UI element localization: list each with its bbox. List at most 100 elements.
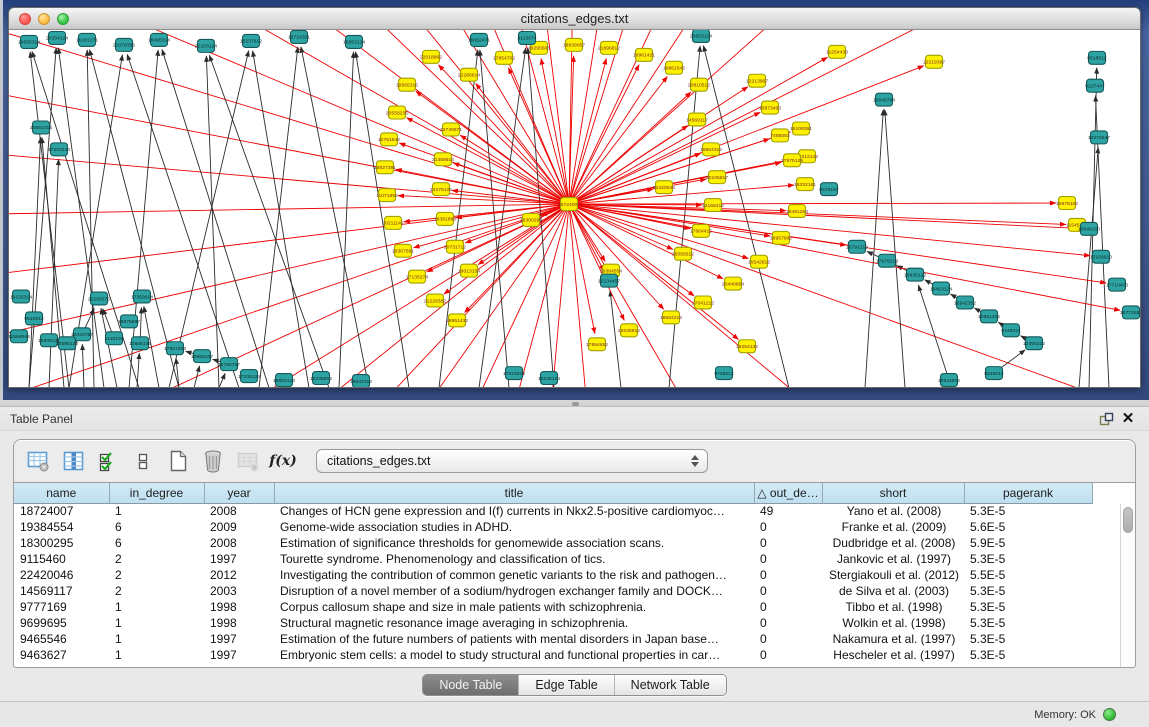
graph-node[interactable]: 16958107 <box>191 350 213 363</box>
graph-node[interactable]: 21078395 <box>113 38 135 51</box>
memory-status-indicator[interactable] <box>1103 708 1116 721</box>
graph-node[interactable]: 17041212 <box>692 296 714 309</box>
graph-node[interactable]: 18924502 <box>938 374 960 387</box>
graph-node[interactable]: 18381895 <box>434 212 456 225</box>
graph-node[interactable]: 19853124 <box>273 374 295 387</box>
graph-node[interactable]: 9518512 <box>1087 51 1107 64</box>
graph-node[interactable]: 16961421 <box>633 48 655 61</box>
table-row[interactable]: 1830029562008Estimation of significance … <box>14 535 1092 551</box>
column-header-out_de[interactable]: △ out_de… <box>754 483 822 503</box>
graph-node[interactable]: 20354124 <box>46 31 68 44</box>
graph-node[interactable]: 20440854 <box>722 277 744 290</box>
graph-node[interactable]: 17710433 <box>1106 278 1128 291</box>
column-header-in_degree[interactable]: in_degree <box>109 483 204 503</box>
graph-node[interactable]: 18951432 <box>446 314 468 327</box>
graph-node[interactable]: 19565316 <box>396 78 418 91</box>
graph-node[interactable]: 13109910 <box>1090 250 1112 263</box>
graph-node[interactable]: 9515912 <box>24 312 44 325</box>
graph-node[interactable]: 8113074 <box>517 31 536 44</box>
graph-node[interactable]: 21358614 <box>432 153 454 166</box>
table-mode-button[interactable] <box>24 447 52 475</box>
column-header-short[interactable]: short <box>822 483 964 503</box>
tab-edge-table[interactable]: Edge Table <box>519 675 614 695</box>
graph-node[interactable]: 17203124 <box>48 143 70 156</box>
table-row[interactable]: 1456911722003Disruption of a novel membe… <box>14 583 1092 599</box>
graph-node[interactable]: 12165412 <box>702 199 724 212</box>
delete-table-button[interactable] <box>234 447 262 475</box>
graph-node[interactable]: 17664415 <box>690 224 712 237</box>
graph-node[interactable]: 8579197 <box>819 183 839 196</box>
graph-node[interactable]: 16942352 <box>954 296 976 309</box>
table-scrollbar[interactable] <box>1120 504 1135 667</box>
graph-node[interactable]: 11071852 <box>376 189 398 202</box>
graph-node[interactable]: 12274547 <box>1088 131 1110 144</box>
graph-node[interactable]: 18684212 <box>660 311 682 324</box>
graph-node[interactable]: 1145194 <box>104 332 123 345</box>
graph-node[interactable]: 19463124 <box>930 282 952 295</box>
graph-node[interactable]: 9227447 <box>1085 79 1105 92</box>
graph-node[interactable]: 14569117 <box>686 113 708 126</box>
graph-node[interactable]: 11568594 <box>9 330 30 343</box>
graph-node[interactable]: 15134457 <box>598 274 620 287</box>
graph-node[interactable]: 15978102 <box>1056 197 1078 210</box>
tab-node-table[interactable]: Node Table <box>423 675 519 695</box>
graph-node[interactable]: 18839057 <box>563 38 585 51</box>
graph-node[interactable]: 10048100 <box>1078 222 1100 235</box>
graph-node[interactable]: 15491254 <box>786 205 808 218</box>
graph-node[interactable]: 12219397 <box>923 55 945 68</box>
graph-node[interactable]: 17135274 <box>406 270 428 283</box>
graph-node[interactable]: 20206576 <box>88 292 110 305</box>
column-header-name[interactable]: name <box>14 483 109 503</box>
graph-node[interactable]: 13505135 <box>129 337 151 350</box>
graph-node[interactable]: 22280614 <box>458 68 480 81</box>
graph-node[interactable]: 20810512 <box>688 78 710 91</box>
graph-node[interactable]: 15056512 <box>672 247 694 260</box>
graph-node[interactable]: 19245124 <box>538 372 560 385</box>
graph-node[interactable]: 9245031 <box>1001 324 1021 337</box>
float-panel-button[interactable] <box>1095 409 1117 429</box>
graph-node[interactable]: 12740571 <box>440 123 462 136</box>
graph-node[interactable]: 21229382 <box>424 294 446 307</box>
graph-node[interactable]: 19565314 <box>18 35 40 48</box>
graph-node[interactable]: 18957982 <box>770 231 792 244</box>
window-titlebar[interactable]: citations_edges.txt <box>9 8 1140 30</box>
graph-node[interactable]: 19332161 <box>794 178 816 191</box>
table-row[interactable]: 946362711997Embryonic stem cells: a mode… <box>14 647 1092 663</box>
graph-node[interactable]: 9745012 <box>714 367 734 380</box>
graph-node[interactable]: 19724301 <box>288 30 310 43</box>
tab-network-table[interactable]: Network Table <box>615 675 726 695</box>
graph-node[interactable]: 18254132 <box>736 340 758 353</box>
graph-node[interactable]: 10951422 <box>978 310 1000 323</box>
graph-node[interactable]: 20653124 <box>690 30 712 42</box>
graph-node[interactable]: 15237812 <box>240 34 262 47</box>
graph-node[interactable]: 16542812 <box>748 255 770 268</box>
graph-node[interactable]: 19367581 <box>392 244 414 257</box>
graph-node[interactable]: 18542312 <box>350 375 372 387</box>
graph-node[interactable]: 22103124 <box>195 39 217 52</box>
graph-node[interactable]: 11254439 <box>826 45 848 58</box>
graph-node[interactable]: 17854702 <box>493 51 515 64</box>
zoom-window-button[interactable] <box>57 13 69 25</box>
table-row[interactable]: 1872400712008Changes of HCN gene express… <box>14 503 1092 519</box>
network-canvas[interactable]: 1872400722018862195653162055823612751542… <box>9 30 1140 387</box>
table-row[interactable]: 1938455462009Genome-wide association stu… <box>14 519 1092 535</box>
close-window-button[interactable] <box>19 13 31 25</box>
table-row[interactable]: 946554611997Estimation of the future num… <box>14 631 1092 647</box>
scrollbar-thumb[interactable] <box>1123 507 1133 533</box>
graph-node[interactable]: 10973493 <box>759 101 781 114</box>
graph-node[interactable]: 17679219 <box>876 254 898 267</box>
table-row[interactable]: 911546021997Tourette syndrome. Phenomeno… <box>14 551 1092 567</box>
graph-node[interactable]: 17359924 <box>131 290 153 303</box>
panel-splitter[interactable] <box>0 400 1149 407</box>
graph-node[interactable]: 12213967 <box>746 74 768 87</box>
graph-node[interactable]: 18652471 <box>468 33 490 46</box>
column-header-year[interactable]: year <box>204 483 274 503</box>
table-row[interactable]: 2242004622012Investigating the contribut… <box>14 567 1092 583</box>
graph-node[interactable]: 17235124 <box>238 370 260 383</box>
graph-node[interactable]: 19135314 <box>10 290 32 303</box>
column-header-pagerank[interactable]: pagerank <box>964 483 1092 503</box>
row-height-button[interactable] <box>129 447 157 475</box>
graph-node[interactable]: 16648794 <box>873 93 895 106</box>
network-window[interactable]: citations_edges.txt 18724007220188621956… <box>8 7 1141 388</box>
graph-node[interactable]: 20106817 <box>706 171 728 184</box>
